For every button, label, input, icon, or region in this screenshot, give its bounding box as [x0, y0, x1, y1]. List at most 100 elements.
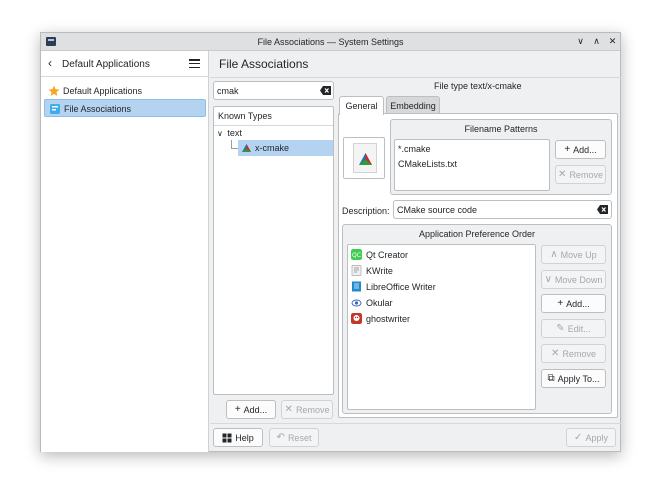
tab-general[interactable]: General: [339, 96, 384, 115]
app-name: Qt Creator: [366, 250, 409, 260]
tree-item-text[interactable]: ∨ text: [217, 128, 242, 138]
add-pattern-label: Add...: [573, 144, 597, 155]
document-icon: [353, 143, 377, 173]
file-associations-icon: [50, 104, 60, 114]
system-settings-window: File Associations — System Settings ∨ ∧ …: [40, 32, 621, 452]
filename-patterns-list[interactable]: *.cmake CMakeLists.txt: [394, 139, 550, 191]
group-title: Application Preference Order: [418, 229, 536, 239]
description-field[interactable]: [393, 200, 612, 219]
kwrite-icon: [351, 265, 362, 276]
add-type-button[interactable]: + Add...: [226, 400, 276, 419]
close-icon: ✕: [558, 168, 567, 180]
list-item[interactable]: *.cmake: [398, 144, 431, 154]
remove-pattern-button[interactable]: ✕ Remove: [555, 165, 606, 184]
header-divider: [210, 77, 621, 78]
app-name: LibreOffice Writer: [366, 282, 436, 292]
add-type-label: Add...: [243, 404, 268, 415]
add-pattern-button[interactable]: + Add...: [555, 140, 606, 159]
sidebar-item-label: Default Applications: [63, 86, 143, 96]
edit-application-button[interactable]: ✎ Edit...: [541, 319, 606, 338]
footer-divider: [210, 423, 621, 424]
reset-button[interactable]: ↶ Reset: [269, 428, 319, 447]
move-up-button[interactable]: ∧ Move Up: [541, 245, 606, 264]
clear-text-icon[interactable]: [597, 205, 608, 214]
reset-label: Reset: [287, 432, 312, 443]
apply-label: Apply: [585, 432, 608, 443]
application-list[interactable]: QC Qt Creator KWrite LibreOffice Writer …: [347, 244, 536, 410]
plus-icon: +: [564, 143, 571, 155]
sidebar-item-label: File Associations: [64, 104, 132, 114]
remove-pattern-label: Remove: [569, 169, 603, 180]
tab-embedding[interactable]: Embedding: [386, 96, 440, 114]
chevron-down-icon[interactable]: ∨: [574, 35, 587, 48]
remove-application-button[interactable]: ✕ Remove: [541, 344, 606, 363]
page-title: File Associations: [219, 57, 309, 71]
description-input[interactable]: [397, 203, 593, 216]
tree-header: Known Types: [218, 111, 272, 121]
apply-button[interactable]: ✓ Apply: [566, 428, 616, 447]
sidebar-item-file-associations[interactable]: File Associations: [44, 99, 206, 117]
okular-icon: [351, 299, 362, 307]
tree-header-divider: [214, 125, 333, 126]
chevron-down-icon[interactable]: ∨: [217, 129, 223, 138]
pencil-icon: ✎: [556, 322, 565, 334]
chevron-down-icon: ∨: [544, 273, 552, 285]
copy-icon: ⧉: [547, 372, 555, 384]
edit-application-label: Edit...: [567, 323, 591, 334]
plus-icon: +: [557, 297, 564, 309]
app-name: Okular: [366, 298, 393, 308]
add-application-label: Add...: [566, 298, 590, 309]
search-field[interactable]: [213, 81, 334, 100]
clear-text-icon[interactable]: [320, 86, 331, 95]
checkmark-icon: ✓: [574, 431, 583, 443]
mime-type-icon-button[interactable]: [343, 137, 385, 179]
remove-type-label: Remove: [295, 404, 330, 415]
close-icon: ✕: [284, 403, 293, 415]
sidebar-header: ‹ Default Applications: [41, 51, 208, 77]
help-label: Help: [235, 432, 254, 443]
search-input[interactable]: [217, 84, 317, 97]
apply-to-label: Apply To...: [557, 373, 600, 384]
close-icon: ✕: [551, 347, 560, 359]
qt-creator-icon: QC: [351, 249, 362, 260]
remove-application-label: Remove: [562, 348, 596, 359]
ghostwriter-icon: [351, 313, 362, 324]
known-types-tree[interactable]: Known Types ∨ text x-cmake: [213, 106, 334, 395]
tree-item-x-cmake[interactable]: x-cmake: [238, 140, 333, 156]
sidebar-item-default-applications[interactable]: Default Applications: [44, 82, 206, 100]
move-up-label: Move Up: [560, 249, 597, 260]
svg-text:QC: QC: [352, 252, 361, 259]
tree-branch-line: [231, 140, 232, 148]
list-item[interactable]: CMakeLists.txt: [398, 159, 457, 169]
undo-icon: ↶: [276, 431, 285, 443]
help-button[interactable]: Help: [213, 428, 263, 447]
back-arrow-icon[interactable]: ‹: [48, 57, 52, 69]
app-name: KWrite: [366, 266, 393, 276]
apply-to-button[interactable]: ⧉ Apply To...: [541, 369, 606, 388]
move-down-button[interactable]: ∨ Move Down: [541, 270, 606, 289]
cmake-icon: [359, 153, 372, 165]
sidebar-title: Default Applications: [62, 59, 150, 70]
title-bar: File Associations — System Settings ∨ ∧ …: [41, 33, 620, 51]
tree-item-label: x-cmake: [255, 143, 290, 153]
tree-group-label: text: [227, 128, 242, 138]
hamburger-menu-icon[interactable]: [189, 59, 200, 69]
move-down-label: Move Down: [554, 274, 603, 285]
plus-icon: +: [234, 403, 241, 415]
chevron-up-icon: ∧: [550, 248, 558, 260]
file-type-label: File type text/x-cmake: [434, 81, 522, 91]
chevron-up-icon[interactable]: ∧: [590, 35, 603, 48]
description-label: Description:: [342, 206, 390, 216]
libreoffice-writer-icon: [352, 281, 361, 292]
tree-branch-line: [231, 148, 238, 149]
window-title: File Associations — System Settings: [257, 37, 404, 47]
add-application-button[interactable]: + Add...: [541, 294, 606, 313]
close-icon[interactable]: ✕: [606, 35, 619, 48]
app-name: ghostwriter: [366, 314, 411, 324]
sidebar: ‹ Default Applications Default Applicati…: [41, 51, 209, 452]
cmake-icon: [242, 144, 251, 152]
star-icon: [48, 85, 60, 96]
group-title: Filename Patterns: [464, 124, 538, 134]
remove-type-button[interactable]: ✕ Remove: [281, 400, 333, 419]
help-icon: [222, 433, 232, 442]
